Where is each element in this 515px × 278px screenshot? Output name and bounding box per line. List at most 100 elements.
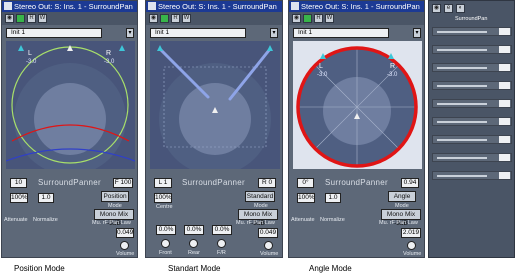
plugin-toolbar: ◉ R W [146, 12, 282, 25]
activate-button[interactable] [160, 14, 169, 23]
mixer-row-value-box[interactable] [499, 28, 510, 35]
write-button[interactable]: W [182, 14, 191, 23]
surround-field-display[interactable]: L R -3.0 -3.0 [293, 41, 422, 169]
preset-field[interactable]: Init 1 [293, 28, 389, 38]
preset-menu-arrow-icon[interactable]: ▾ [270, 28, 278, 38]
front-knob[interactable] [161, 239, 170, 248]
attenuate-field[interactable]: 100% [297, 193, 315, 203]
divergence-field[interactable]: 0.94 [401, 178, 419, 188]
bypass-button[interactable]: ◉ [5, 14, 14, 23]
speaker-left-label: L [28, 50, 32, 57]
mixer-row-value-box[interactable] [499, 118, 510, 125]
mixer-row[interactable] [432, 45, 512, 54]
preset-field[interactable]: Init 1 [6, 28, 102, 38]
plugin-name-label: SurroundPanner [182, 178, 245, 187]
mixer-row-slider[interactable] [437, 139, 487, 141]
mode-button[interactable]: Angle [388, 191, 416, 202]
preset-menu-arrow-icon[interactable]: ▾ [126, 28, 134, 38]
write-button[interactable]: W [38, 14, 47, 23]
mode-button[interactable]: Standard [245, 191, 275, 202]
left-position-field[interactable]: L 1 [154, 178, 172, 188]
surround-field-display[interactable]: L R -3.0 -3.0 [6, 41, 135, 169]
mixer-row-value-box[interactable] [499, 64, 510, 71]
mixer-row-value-box[interactable] [499, 46, 510, 53]
window-titlebar[interactable]: Stereo Out: S: Ins. 1 - SurroundPan [2, 1, 137, 12]
mixer-row[interactable] [432, 81, 512, 90]
angle-field[interactable]: 10 [10, 178, 27, 188]
mixer-row[interactable] [432, 117, 512, 126]
plugin-toolbar: ◉ R W [2, 12, 137, 25]
front-rear-field[interactable]: 0.0% [212, 225, 232, 235]
write-button[interactable]: W [325, 14, 334, 23]
volume-knob[interactable] [264, 241, 273, 250]
mode-button[interactable]: Position [101, 191, 129, 202]
window-titlebar[interactable]: Stereo Out: S: Ins. 1 - SurroundPan [289, 1, 424, 12]
attenuate-field[interactable]: 100% [10, 193, 28, 203]
activate-button[interactable] [16, 14, 25, 23]
mixer-row-value-box[interactable] [499, 82, 510, 89]
rear-field[interactable]: 0.0% [184, 225, 204, 235]
volume-readout[interactable]: 0.049 [116, 228, 134, 238]
rear-knob[interactable] [189, 239, 198, 248]
volume-knob[interactable] [407, 241, 416, 250]
bypass-button[interactable]: ◉ [292, 14, 301, 23]
angle-field[interactable]: 0° [297, 178, 314, 188]
front-field[interactable]: 0.0% [156, 225, 176, 235]
mixer-power-icon[interactable]: ◉ [432, 4, 441, 13]
mixer-row[interactable] [432, 135, 512, 144]
inner-field-circle [179, 83, 251, 155]
mixer-row-slider[interactable] [437, 67, 487, 69]
normalize-field[interactable]: 1.0 [325, 193, 341, 203]
centre-field[interactable]: 100% [154, 193, 172, 203]
mixer-bypass-icon[interactable]: ◐ [456, 4, 465, 13]
mixer-edit-icon[interactable]: e [444, 4, 453, 13]
mixer-row-value-box[interactable] [499, 136, 510, 143]
normalize-field[interactable]: 1.0 [38, 193, 54, 203]
preset-menu-arrow-icon[interactable]: ▾ [413, 28, 421, 38]
mono-mix-button[interactable]: Mono Mix -3dB [381, 209, 421, 227]
surround-field-graphic[interactable] [150, 41, 280, 169]
panner-window-standard: Stereo Out: S: Ins. 1 - SurroundPan ◉ R … [145, 0, 283, 258]
mixer-row[interactable] [432, 27, 512, 36]
mixer-row-slider[interactable] [437, 49, 487, 51]
bypass-button[interactable]: ◉ [149, 14, 158, 23]
mixer-row-slider[interactable] [437, 157, 487, 159]
mixer-row[interactable] [432, 99, 512, 108]
surround-field-display[interactable] [150, 41, 280, 169]
mixer-row-slider[interactable] [437, 121, 487, 123]
mixer-row-value-box[interactable] [499, 100, 510, 107]
volume-knob[interactable] [120, 241, 129, 250]
mixer-row[interactable] [432, 63, 512, 72]
volume-readout[interactable]: 2.019 [401, 228, 421, 238]
read-button[interactable]: R [314, 14, 323, 23]
volume-readout[interactable]: 0.049 [258, 228, 278, 238]
mixer-row[interactable] [432, 171, 512, 180]
window-titlebar[interactable]: Stereo Out: S: Ins. 1 - SurroundPan [146, 1, 282, 12]
window-title: Stereo Out: S: Ins. 1 - SurroundPan [158, 2, 277, 11]
surround-field-graphic[interactable]: L R -3.0 -3.0 [6, 41, 135, 169]
mixer-row-slider[interactable] [437, 175, 487, 177]
mono-mix-button[interactable]: Mono Mix -3dB [94, 209, 134, 227]
divergence-field[interactable]: F 100 [113, 178, 133, 188]
mixer-row[interactable] [432, 153, 512, 162]
volume-label: Volume [403, 251, 422, 257]
mixer-row-slider[interactable] [437, 31, 487, 33]
activate-button[interactable] [303, 14, 312, 23]
read-button[interactable]: R [171, 14, 180, 23]
mixer-row-slider[interactable] [437, 85, 487, 87]
panner-window-position: Stereo Out: S: Ins. 1 - SurroundPan ◉ R … [1, 0, 138, 258]
caption-position-mode: Position Mode [14, 264, 65, 273]
window-app-icon [4, 2, 12, 10]
preset-field[interactable]: Init 1 [150, 28, 246, 38]
surround-field-graphic[interactable]: L R -3.0 -3.0 [293, 41, 422, 169]
right-position-field[interactable]: R 0 [258, 178, 276, 188]
speaker-right-value: -3.0 [387, 72, 398, 78]
mixer-row-value-box[interactable] [499, 154, 510, 161]
mono-mix-button[interactable]: Mono Mix -3dB [238, 209, 278, 227]
window-title: Stereo Out: S: Ins. 1 - SurroundPan [301, 2, 420, 11]
caption-angle-mode: Angle Mode [309, 264, 352, 273]
mixer-row-slider[interactable] [437, 103, 487, 105]
mixer-row-value-box[interactable] [499, 172, 510, 179]
front-rear-knob[interactable] [217, 239, 226, 248]
read-button[interactable]: R [27, 14, 36, 23]
